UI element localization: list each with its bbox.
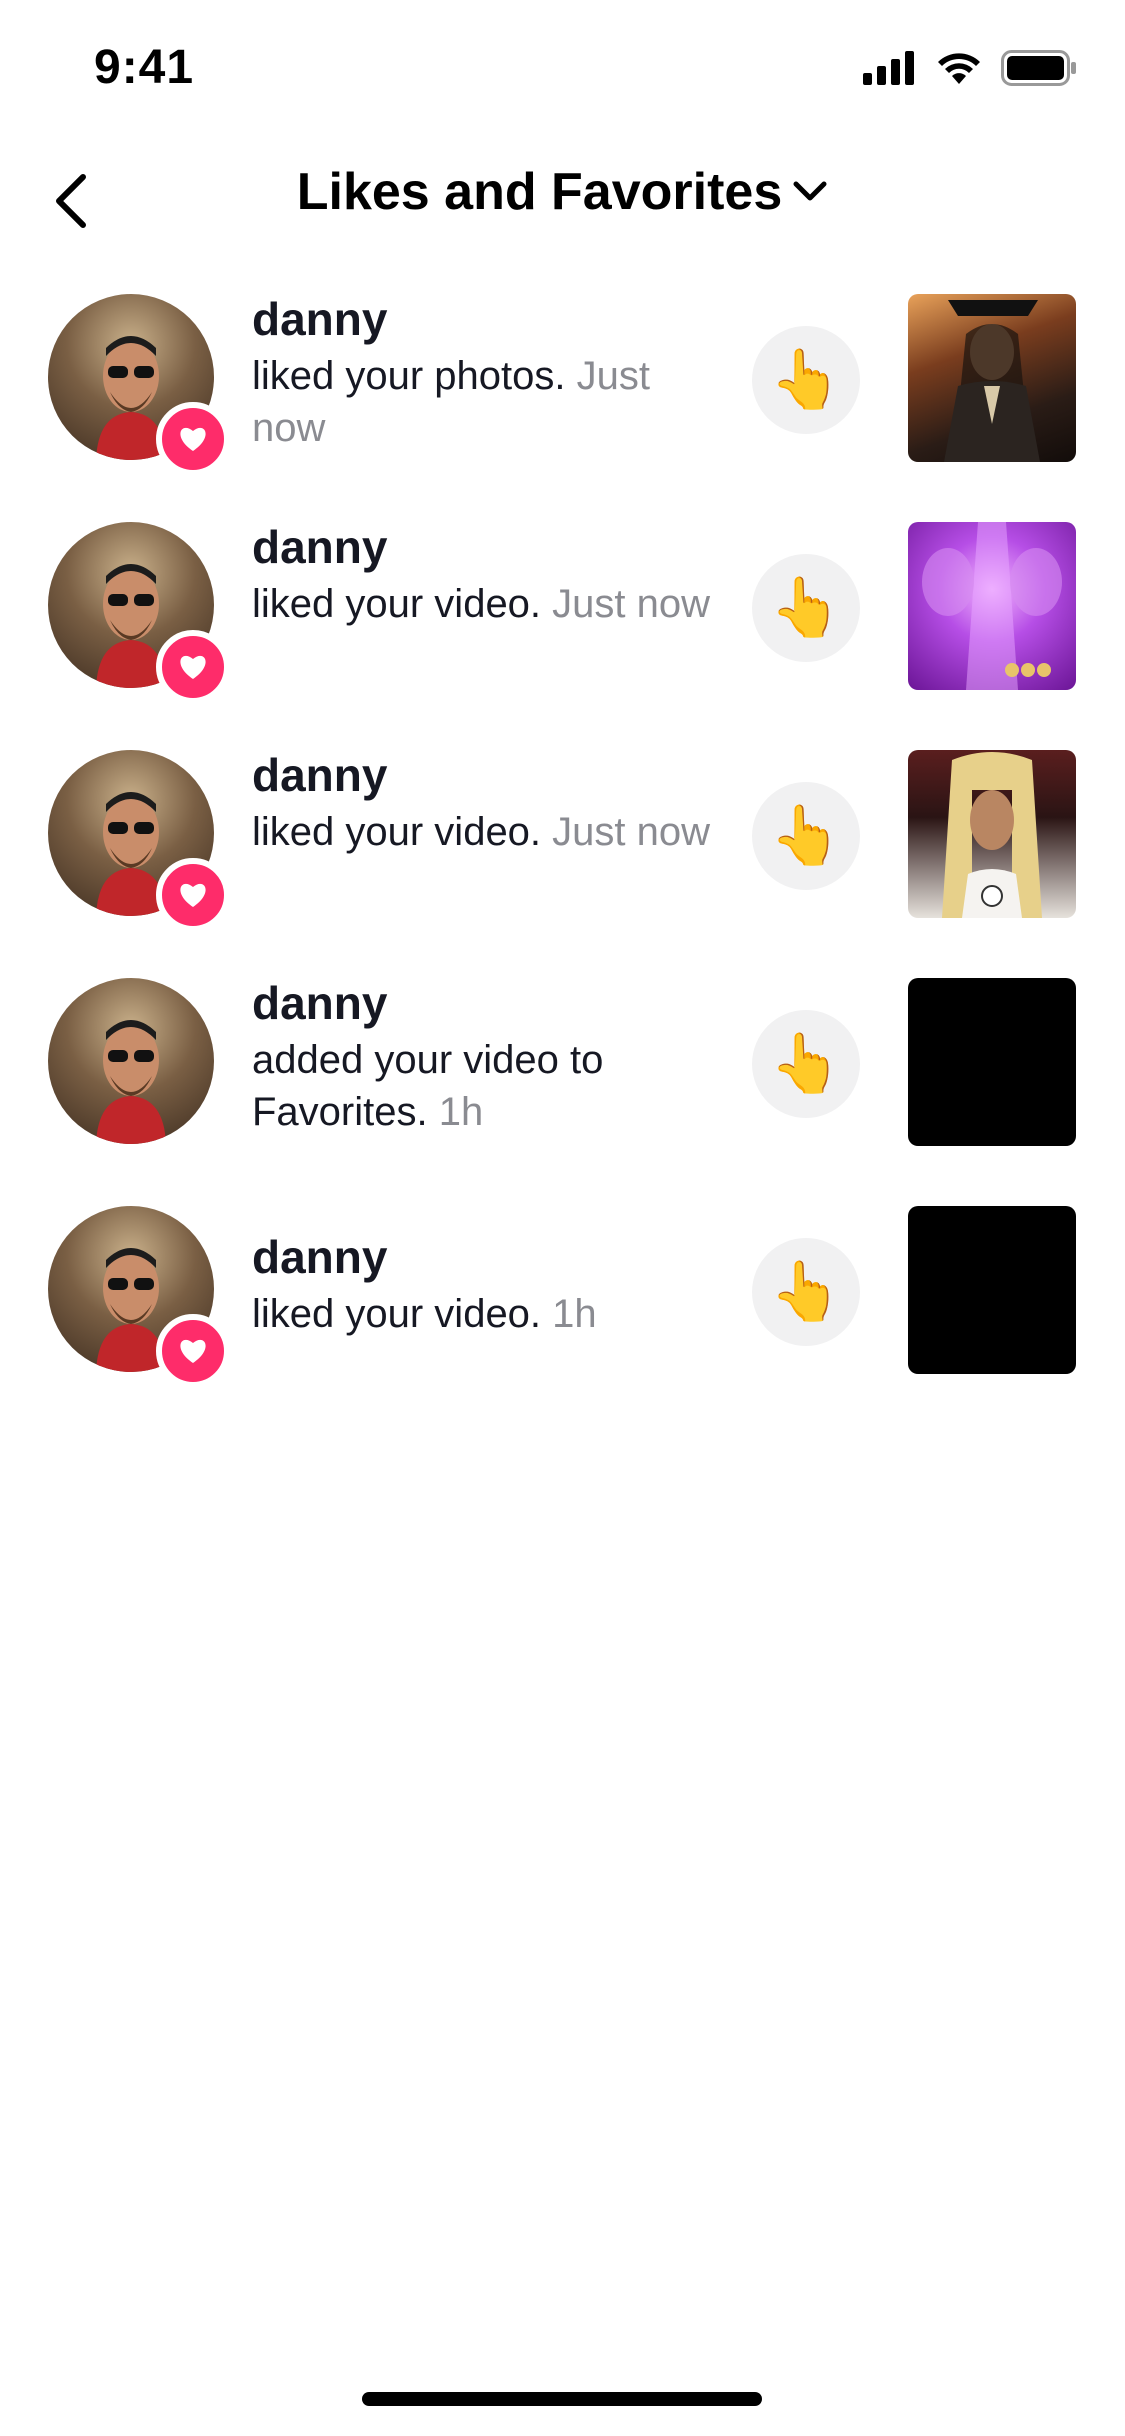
heart-icon [180,1339,206,1363]
avatar [48,978,214,1144]
action-description: liked your photos. [252,354,566,398]
username[interactable]: danny [252,290,387,348]
effect-thumbnail-icon [922,522,1062,690]
like-back-button[interactable]: 👆 [752,326,860,434]
pointing-hand-icon: 👆 [769,1259,843,1324]
heart-icon [180,427,206,451]
home-indicator[interactable] [362,2392,762,2406]
action-text: added your video to Favorites. 1h [252,1034,722,1138]
username[interactable]: danny [252,518,387,576]
username[interactable]: danny [252,746,387,804]
wifi-icon [938,53,980,84]
avatar-button[interactable] [48,1206,230,1388]
notification-list: danny liked your photos. Just now 👆 dann… [0,290,1125,1430]
notification-text: danny added your video to Favorites. 1h [252,974,722,1138]
like-back-button[interactable]: 👆 [752,1238,860,1346]
avatar-button[interactable] [48,294,230,476]
heart-badge [156,630,230,704]
like-back-button[interactable]: 👆 [752,554,860,662]
timestamp: 1h [552,1292,597,1336]
timestamp: 1h [438,1090,484,1134]
heart-icon [180,655,206,679]
username[interactable]: danny [252,974,387,1032]
like-back-button[interactable]: 👆 [752,782,860,890]
status-icons [863,50,1077,86]
action-description: added your video to Favorites. [252,1038,604,1134]
action-text: liked your video. Just now [252,806,722,858]
pointing-hand-icon: 👆 [769,1031,843,1096]
title-dropdown[interactable]: Likes and Favorites [0,162,1125,222]
notification-row[interactable]: danny liked your video. Just now 👆 [0,518,1125,746]
notification-text: danny liked your video. Just now [252,746,722,858]
avatar-button[interactable] [48,978,220,1150]
action-description: liked your video. [252,582,542,626]
timestamp: Just now [552,582,711,626]
person-silhouette-icon [96,1020,166,1144]
action-description: liked your video. [252,1292,542,1336]
status-bar: 9:41 [0,0,1125,140]
page-title: Likes and Favorites [296,163,783,221]
portrait-thumbnail-icon [942,752,1042,918]
chevron-down-icon [793,181,827,201]
post-thumbnail[interactable] [908,750,1076,918]
heart-badge [156,858,230,932]
header: Likes and Favorites [0,140,1125,260]
timestamp: Just now [552,810,711,854]
notification-text: danny liked your video. 1h [252,1228,722,1340]
heart-badge [156,1314,230,1388]
notification-text: danny liked your photos. Just now [252,290,722,454]
cellular-signal-icon [863,51,914,85]
pointing-hand-icon: 👆 [769,347,843,412]
action-text: liked your video. Just now [252,578,722,630]
pointing-hand-icon: 👆 [769,575,843,640]
action-text: liked your photos. Just now [252,350,722,454]
heart-icon [180,883,206,907]
action-text: liked your video. 1h [252,1288,722,1340]
notifications-screen: 9:41 Likes and Favorites danny liked you… [0,0,1125,2436]
post-thumbnail[interactable] [908,978,1076,1146]
avatar-button[interactable] [48,522,230,704]
post-thumbnail[interactable] [908,522,1076,690]
action-description: liked your video. [252,810,542,854]
notification-row[interactable]: danny liked your video. Just now 👆 [0,746,1125,974]
post-thumbnail[interactable] [908,1206,1076,1374]
status-time: 9:41 [94,41,195,94]
like-back-button[interactable]: 👆 [752,1010,860,1118]
post-thumbnail[interactable] [908,294,1076,462]
portrait-thumbnail-icon [944,300,1040,462]
notification-row[interactable]: danny added your video to Favorites. 1h … [0,974,1125,1202]
avatar-button[interactable] [48,750,230,932]
heart-badge [156,402,230,476]
notification-text: danny liked your video. Just now [252,518,722,630]
notification-row[interactable]: danny liked your photos. Just now 👆 [0,290,1125,518]
username[interactable]: danny [252,1228,387,1286]
pointing-hand-icon: 👆 [769,803,843,868]
battery-icon [1001,50,1076,86]
notification-row[interactable]: danny liked your video. 1h 👆 [0,1202,1125,1430]
